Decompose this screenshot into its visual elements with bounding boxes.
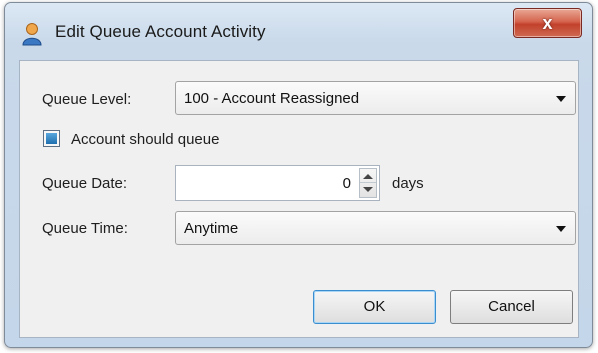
window-title: Edit Queue Account Activity [55,22,266,41]
queue-time-label: Queue Time: [42,220,128,237]
queue-date-unit: days [392,175,424,192]
ok-button[interactable]: OK [313,290,436,324]
close-icon: x [542,13,553,33]
cancel-button[interactable]: Cancel [450,290,573,324]
queue-time-dropdown[interactable]: Anytime [175,211,576,245]
queue-date-value[interactable]: 0 [343,175,351,192]
queue-time-value: Anytime [184,220,239,237]
chevron-down-icon [556,96,566,102]
stepper-buttons[interactable] [359,168,377,198]
queue-date-label: Queue Date: [42,175,128,192]
close-button[interactable]: x [513,8,582,38]
queue-level-value: 100 - Account Reassigned [184,90,360,107]
user-icon [22,23,42,46]
title-bar[interactable]: Edit Queue Account Activity x [5,3,592,59]
chevron-down-icon [556,226,566,232]
dialog-window: Edit Queue Account Activity x Queue Leve… [4,2,593,348]
queue-level-dropdown[interactable]: 100 - Account Reassigned [175,81,576,115]
stepper-down-icon[interactable] [363,187,373,192]
queue-level-label: Queue Level: [42,91,132,108]
stepper-divider [360,182,376,183]
account-queue-checkbox[interactable] [43,130,60,147]
account-queue-label[interactable]: Account should queue [71,131,219,148]
dialog-body: Queue Level: 100 - Account Reassigned Ac… [19,60,579,338]
stepper-up-icon[interactable] [363,174,373,179]
queue-date-stepper[interactable]: 0 [175,165,380,201]
checkbox-fill-icon [46,133,57,144]
